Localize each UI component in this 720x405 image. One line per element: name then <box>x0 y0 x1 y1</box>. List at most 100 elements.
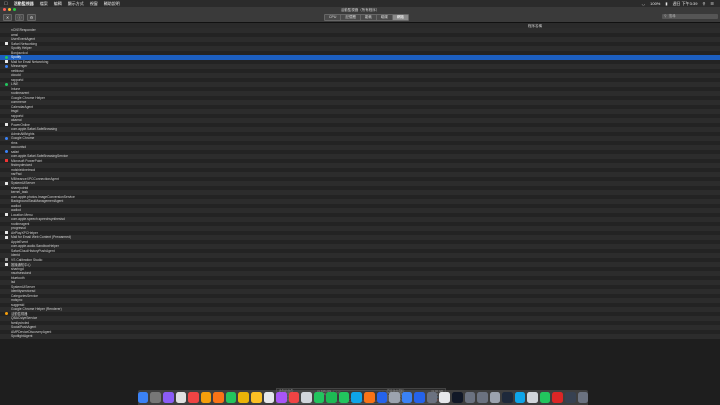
process-icon <box>5 213 8 217</box>
process-name: AppleEvent <box>11 239 28 244</box>
dock-app-icon[interactable] <box>213 392 224 403</box>
notification-center-icon[interactable]: ☰ <box>710 1 714 6</box>
process-icon <box>5 267 8 270</box>
dock-app-icon[interactable] <box>263 392 275 403</box>
tab-network[interactable]: 網路 <box>392 15 408 20</box>
dock-app-icon[interactable] <box>326 392 337 403</box>
process-icon <box>5 47 8 50</box>
process-icon <box>5 51 8 54</box>
process-name: sharepointd <box>11 185 29 190</box>
process-name: CategoriesService <box>11 293 38 298</box>
dock-app-icon[interactable] <box>137 392 149 403</box>
gear-icon[interactable]: ⚙ <box>27 13 36 21</box>
process-icon <box>5 285 8 288</box>
battery-percent[interactable]: 100% <box>650 1 660 6</box>
process-name: Google Chrome Helper <box>11 95 45 100</box>
battery-icon[interactable]: ▮ <box>665 1 667 6</box>
dock-app-icon[interactable] <box>477 392 488 403</box>
menu-app-name[interactable]: 活動監視器 <box>14 1 34 7</box>
dock-app-icon[interactable] <box>527 392 538 403</box>
process-list[interactable]: nCKEResponder amsl UserEventAgent Safari Ne… <box>0 28 720 386</box>
tab-disk[interactable]: 磁碟 <box>376 15 393 20</box>
dock-app-icon[interactable] <box>401 392 413 403</box>
process-name: familycircled <box>11 320 30 325</box>
dock-app-icon[interactable] <box>489 392 501 403</box>
process-icon <box>5 78 8 81</box>
tab-energy[interactable]: 能耗 <box>360 15 377 20</box>
menu-file[interactable]: 檔案 <box>40 1 48 7</box>
process-name: Mail for Email Web Content (Prewarmed) <box>11 235 72 240</box>
process-icon <box>5 101 8 104</box>
tab-cpu[interactable]: CPU <box>325 15 342 20</box>
stop-process-button[interactable]: ✕ <box>3 13 12 21</box>
process-name: AdminAltBrights <box>11 131 35 136</box>
process-icon <box>5 258 8 262</box>
dock-app-icon[interactable] <box>188 392 199 403</box>
process-icon <box>5 200 8 203</box>
dock-app-icon[interactable] <box>163 392 174 403</box>
process-icon <box>5 132 8 135</box>
dock-app-icon[interactable] <box>150 392 161 403</box>
spotlight-icon[interactable]: ⚲ <box>702 1 705 6</box>
process-icon <box>5 222 8 225</box>
dock-app-icon[interactable] <box>225 392 237 403</box>
menu-edit[interactable]: 編輯 <box>54 1 62 7</box>
menu-window[interactable]: 視窗 <box>90 1 98 7</box>
dock-app-icon[interactable] <box>439 392 450 403</box>
process-icon <box>5 105 8 108</box>
dock-app-icon[interactable] <box>539 392 551 403</box>
process-name: SystemUIServer <box>11 181 35 186</box>
menu-help[interactable]: 輔助說明 <box>104 1 120 7</box>
process-icon <box>5 177 8 180</box>
apple-icon[interactable]:  <box>4 1 8 7</box>
process-name: routineavent <box>11 91 30 96</box>
search-field[interactable]: ⚲ 搜尋 <box>662 14 718 19</box>
dock-app-icon[interactable] <box>565 392 576 403</box>
dock-app-icon[interactable] <box>514 392 526 403</box>
tab-memory[interactable]: 記憶體 <box>341 15 361 20</box>
dock-app-icon[interactable] <box>414 392 425 403</box>
dock-app-icon[interactable] <box>301 392 312 403</box>
dock-app-icon[interactable] <box>288 392 300 403</box>
process-name: SafariCloudHistoryPushAgent <box>11 248 55 253</box>
dock-app-icon[interactable] <box>552 392 563 403</box>
dock-app-icon[interactable] <box>351 392 362 403</box>
dock-app-icon[interactable] <box>376 392 388 403</box>
process-name: commerce <box>11 100 27 105</box>
clock[interactable]: 週日 下午3:39 <box>673 1 698 7</box>
process-name: cloudd <box>11 73 21 78</box>
process-name: BackgroundTaskManagementAgent <box>11 199 64 204</box>
dock-app-icon[interactable] <box>238 392 249 403</box>
process-icon <box>5 227 8 230</box>
process-icon <box>5 150 8 154</box>
process-name: Spotify <box>11 55 22 60</box>
process-name: progressd <box>11 226 26 231</box>
process-icon <box>5 249 8 252</box>
dock-app-icon[interactable] <box>426 392 438 403</box>
dock-app-icon[interactable] <box>276 392 287 403</box>
menu-view[interactable]: 顯示方式 <box>68 1 84 7</box>
process-name: SocialPushAgent <box>11 325 37 330</box>
dock-app-icon[interactable] <box>364 392 375 403</box>
inspect-button[interactable]: ⓘ <box>15 13 24 21</box>
process-name: findmydeviced <box>11 163 33 168</box>
dock-app-icon[interactable] <box>338 392 350 403</box>
dock-app-icon[interactable] <box>577 392 589 403</box>
dock-app-icon[interactable] <box>313 392 325 403</box>
dock-app-icon[interactable] <box>451 392 463 403</box>
process-name: identityservicesd <box>11 289 36 294</box>
dock-app-icon[interactable] <box>464 392 476 403</box>
table-row[interactable]: SpotlightAgent <box>0 334 720 339</box>
menu-bar:  活動監視器 檔案 編輯 顯示方式 視窗 輔助說明 ◡ 100% ▮ 週日 下… <box>0 0 720 7</box>
dock-app-icon[interactable] <box>389 392 400 403</box>
process-name: nsrPad <box>11 172 22 177</box>
dock-app-icon[interactable] <box>200 392 212 403</box>
dock-app-icon[interactable] <box>175 392 187 403</box>
process-name: lsd <box>11 280 16 285</box>
dock-app-icon[interactable] <box>250 392 262 403</box>
process-icon <box>5 55 8 59</box>
process-name: SystemUIServer <box>11 284 35 289</box>
process-icon <box>5 303 8 306</box>
wifi-icon[interactable]: ◡ <box>642 1 646 6</box>
dock-app-icon[interactable] <box>502 392 513 403</box>
